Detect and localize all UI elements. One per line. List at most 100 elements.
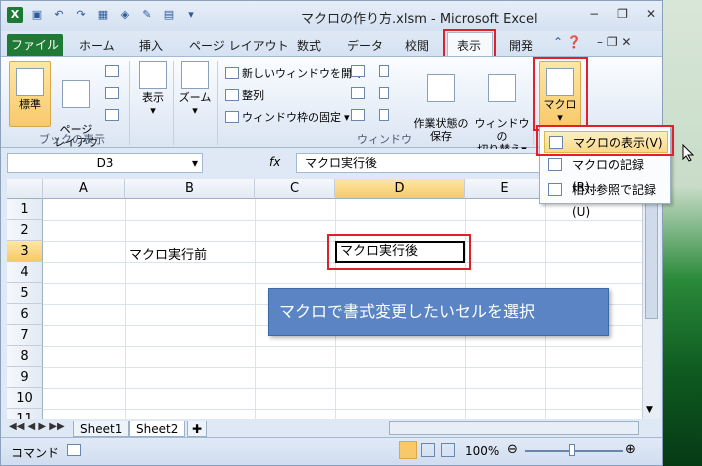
cell-b3[interactable]: マクロ実行前 [129,244,207,263]
save-workspace-label: 作業状態の 保存 [413,117,469,143]
sheet-tab-sheet2[interactable]: Sheet2 [129,421,186,437]
zoom-dropdown-icon: ▾ [192,104,198,117]
restore-button[interactable]: ❐ [617,7,628,21]
row-header-3[interactable]: 3 [7,241,43,262]
column-header-a[interactable]: A [43,179,125,199]
row-header-11[interactable]: 11 [7,409,43,419]
reset-position-icon[interactable] [379,109,389,121]
tab-home[interactable]: ホーム [79,37,115,54]
page-break-status-icon[interactable] [441,443,455,457]
split-icon[interactable] [351,65,365,77]
row-header-6[interactable]: 6 [7,304,43,325]
page-layout-icon [62,80,90,108]
save-icon[interactable]: ▣ [29,7,45,23]
row-header-9[interactable]: 9 [7,367,43,388]
tab-developer[interactable]: 開発 [509,37,533,54]
print-preview-icon[interactable]: ▤ [161,7,177,23]
name-box-dropdown-icon[interactable]: ▾ [192,154,198,172]
column-header-e[interactable]: E [465,179,545,199]
macro-record-icon[interactable] [67,444,81,456]
name-box[interactable]: D3 ▾ [7,153,203,173]
help-icon[interactable]: ⌃ ❓ [553,35,582,49]
custom-view-icon[interactable] [105,87,119,99]
window-controls: − ❐ ✕ [589,7,656,21]
arrange-button[interactable]: 整列 [225,87,264,103]
hide-icon[interactable] [351,87,365,99]
unhide-icon[interactable] [351,109,365,121]
sheet-nav-icons[interactable]: ◀◀ ◀ ▶ ▶▶ [9,421,65,432]
sync-scroll-icon[interactable] [379,87,389,99]
tab-file[interactable]: ファイル [7,34,63,56]
switch-windows-icon [488,74,516,102]
scroll-thumb[interactable] [645,199,658,319]
page-break-icon[interactable] [105,65,119,77]
row-header-5[interactable]: 5 [7,283,43,304]
page-layout-status-icon[interactable] [421,443,435,457]
row-header-7[interactable]: 7 [7,325,43,346]
column-header-c[interactable]: C [255,179,335,199]
row-header-8[interactable]: 8 [7,346,43,367]
menu-record-macro[interactable]: マクロの記録(R)... [544,154,668,194]
zoom-button[interactable]: ズーム ▾ [177,61,213,117]
ribbon-window-controls[interactable]: – ❐ ✕ [597,35,631,49]
tab-page-layout[interactable]: ページ レイアウト [189,37,289,54]
freeze-panes-label: ウィンドウ枠の固定 [242,111,341,124]
borders-icon[interactable]: ▦ [95,7,111,23]
undo-icon[interactable]: ↶ [51,7,67,23]
title-bar: X ▣ ↶ ↷ ▦ ◈ ✎ ▤ ▾ マクロの作り方.xlsm - Microso… [1,1,662,31]
format-painter-icon[interactable]: ✎ [139,7,155,23]
zoom-out-icon[interactable]: ⊖ [507,442,518,457]
normal-view-status-icon[interactable] [399,441,417,459]
save-workspace-button[interactable]: 作業状態の 保存 [411,61,471,143]
normal-view-icon [16,68,44,96]
tab-formulas[interactable]: 数式 [297,37,321,54]
annotation-callout: マクロで書式変更したいセルを選択 [268,288,609,336]
group-separator [173,61,174,145]
view-macros-highlight [536,125,674,156]
window-title: マクロの作り方.xlsm - Microsoft Excel [301,12,538,27]
freeze-dropdown-icon: ▾ [344,110,350,124]
tab-insert[interactable]: 挿入 [139,37,163,54]
zoom-slider-thumb[interactable] [569,444,575,456]
zoom-in-icon[interactable]: ⊕ [625,442,636,457]
freeze-panes-button[interactable]: ウィンドウ枠の固定 ▾ [225,109,350,125]
switch-windows-button[interactable]: ウィンドウの 切り替え▾ [473,61,531,156]
row-header-10[interactable]: 10 [7,388,43,409]
new-window-label: 新しいウィンドウを開く [242,67,363,80]
row-header-1[interactable]: 1 [7,199,43,220]
zoom-level[interactable]: 100% [465,444,499,458]
cell-d3-highlight [327,234,471,270]
vertical-scrollbar[interactable]: ▲ ▼ [642,179,660,419]
grid-line [125,199,126,419]
fullscreen-icon[interactable] [105,109,119,121]
menu-relative-reference[interactable]: 相対参照で記録(U) [544,179,668,219]
show-button[interactable]: 表示 ▾ [135,61,171,117]
show-icon [139,61,167,89]
group-window-label: ウィンドウ [357,133,412,146]
customize-qat-icon[interactable]: ▾ [183,7,199,23]
excel-icon[interactable]: X [7,7,23,23]
side-by-side-icon[interactable] [379,65,389,77]
normal-view-button[interactable]: 標準 [9,61,51,127]
close-button[interactable]: ✕ [646,7,656,21]
row-header-2[interactable]: 2 [7,220,43,241]
fill-color-icon[interactable]: ◈ [117,7,133,23]
tab-data[interactable]: データ [347,37,383,54]
status-bar: コマンド 100% ⊖ ⊕ [1,437,662,465]
arrange-icon [225,89,239,101]
new-window-button[interactable]: 新しいウィンドウを開く [225,65,363,81]
scroll-down-icon[interactable]: ▼ [646,405,653,415]
redo-icon[interactable]: ↷ [73,7,89,23]
macro-button-highlight [533,57,588,131]
group-book-view-label: ブックの表示 [39,133,105,146]
insert-function-icon[interactable]: fx [269,155,280,169]
horizontal-scrollbar[interactable] [389,421,639,435]
column-header-d[interactable]: D [335,179,465,199]
new-sheet-icon[interactable]: ✚ [187,421,208,437]
minimize-button[interactable]: − [589,7,599,21]
row-header-4[interactable]: 4 [7,262,43,283]
sheet-tab-sheet1[interactable]: Sheet1 [73,421,130,437]
column-header-b[interactable]: B [125,179,255,199]
tab-review[interactable]: 校閲 [405,37,429,54]
select-all-corner[interactable] [7,179,43,199]
